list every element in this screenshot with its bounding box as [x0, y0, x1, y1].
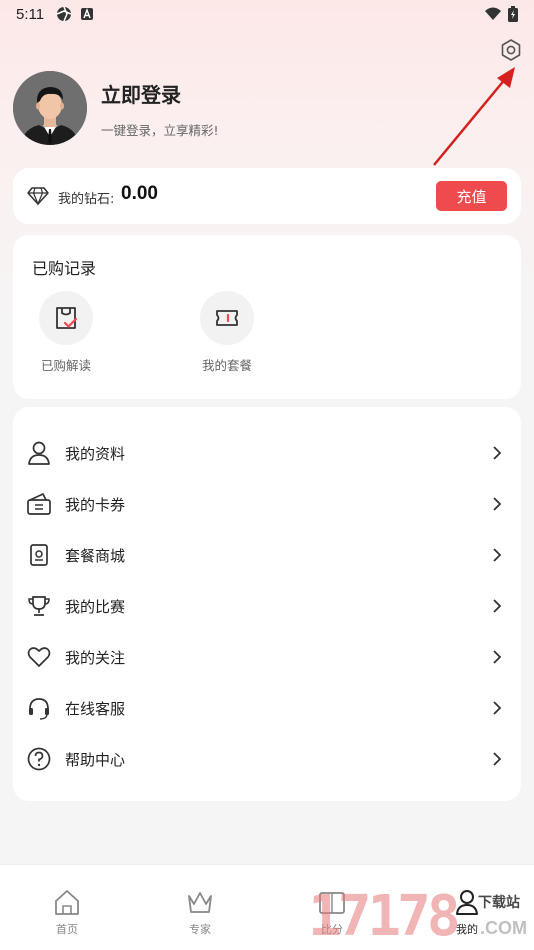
wifi-icon [485, 7, 501, 20]
menu-item-label: 我的关注 [65, 649, 126, 667]
package-icon [30, 544, 48, 566]
menu-item-help-center[interactable]: 帮助中心 [13, 733, 521, 784]
menu-item-label: 我的比赛 [65, 598, 126, 616]
my-packages-icon-circle [200, 291, 254, 345]
purchased-reading-icon [56, 307, 78, 329]
my-packages-label: 我的套餐 [201, 358, 252, 373]
chevron-right-icon [493, 650, 502, 664]
nav-experts-label: 专家 [189, 923, 211, 936]
aperture-icon [56, 6, 72, 22]
trophy-icon [28, 596, 50, 616]
a-notification-icon [81, 8, 94, 20]
ticket-icon [216, 310, 238, 326]
battery-icon [508, 6, 518, 22]
status-bar: 5:11 [0, 0, 534, 28]
nav-mine-label: 我的 [456, 923, 478, 936]
menu-item-label: 在线客服 [65, 700, 126, 718]
purchase-records-title: 已购记录 [32, 259, 97, 278]
purchased-readings-label: 已购解读 [40, 358, 91, 373]
crown-icon [188, 892, 212, 913]
purchased-readings-item[interactable]: 已购解读 [21, 291, 111, 381]
menu-item-coupons[interactable]: 我的卡券 [13, 478, 521, 529]
login-subtitle: 一键登录，立享精彩! [101, 123, 219, 138]
settings-button[interactable] [498, 37, 524, 63]
menu-card: 我的资料 我的卡券 套餐商城 我的比赛 我的关注 在线客服 帮助中心 [13, 407, 521, 801]
menu-item-following[interactable]: 我的关注 [13, 631, 521, 682]
avatar[interactable] [13, 71, 87, 145]
menu-item-label: 我的资料 [65, 445, 126, 463]
diamond-label: 我的钻石: [58, 192, 115, 207]
help-icon [27, 747, 51, 771]
diamond-value: 0.00 [121, 183, 158, 204]
nav-scores[interactable]: 比分 [292, 883, 372, 943]
home-icon [55, 890, 79, 915]
chevron-right-icon [493, 599, 502, 613]
nav-home[interactable]: 首页 [27, 883, 107, 943]
purchased-readings-icon-circle [39, 291, 93, 345]
user-icon [28, 441, 50, 465]
nav-mine[interactable]: 我的 [427, 883, 507, 943]
chevron-right-icon [493, 701, 502, 715]
scoreboard-icon [319, 892, 345, 914]
chevron-right-icon [493, 548, 502, 562]
settings-icon [501, 39, 521, 61]
bottom-nav: 首页 专家 比分 我的 [0, 864, 534, 950]
diamond-icon [27, 187, 49, 206]
nav-home-label: 首页 [56, 923, 78, 936]
my-packages-item[interactable]: 我的套餐 [182, 291, 272, 381]
menu-item-label: 我的卡券 [65, 496, 126, 514]
diamond-balance-card: 我的钻石: 0.00 充值 [13, 168, 521, 224]
recharge-button[interactable]: 充值 [436, 181, 507, 211]
user-avatar-image [13, 71, 87, 145]
menu-item-customer-service[interactable]: 在线客服 [13, 682, 521, 733]
nav-experts[interactable]: 专家 [160, 883, 240, 943]
menu-item-profile[interactable]: 我的资料 [13, 427, 521, 478]
menu-item-label: 套餐商城 [65, 547, 126, 565]
heart-icon [27, 647, 51, 667]
profile-icon [456, 890, 478, 915]
status-time: 5:11 [16, 5, 45, 23]
chevron-right-icon [493, 752, 502, 766]
menu-item-label: 帮助中心 [65, 751, 126, 769]
chevron-right-icon [493, 446, 502, 460]
wallet-icon [27, 493, 51, 515]
headset-icon [29, 698, 49, 720]
menu-item-package-mall[interactable]: 套餐商城 [13, 529, 521, 580]
chevron-right-icon [493, 497, 502, 511]
login-title[interactable]: 立即登录 [101, 79, 181, 108]
nav-scores-label: 比分 [321, 923, 343, 936]
purchase-records-card: 已购记录 已购解读 我的套餐 [13, 235, 521, 399]
menu-item-matches[interactable]: 我的比赛 [13, 580, 521, 631]
